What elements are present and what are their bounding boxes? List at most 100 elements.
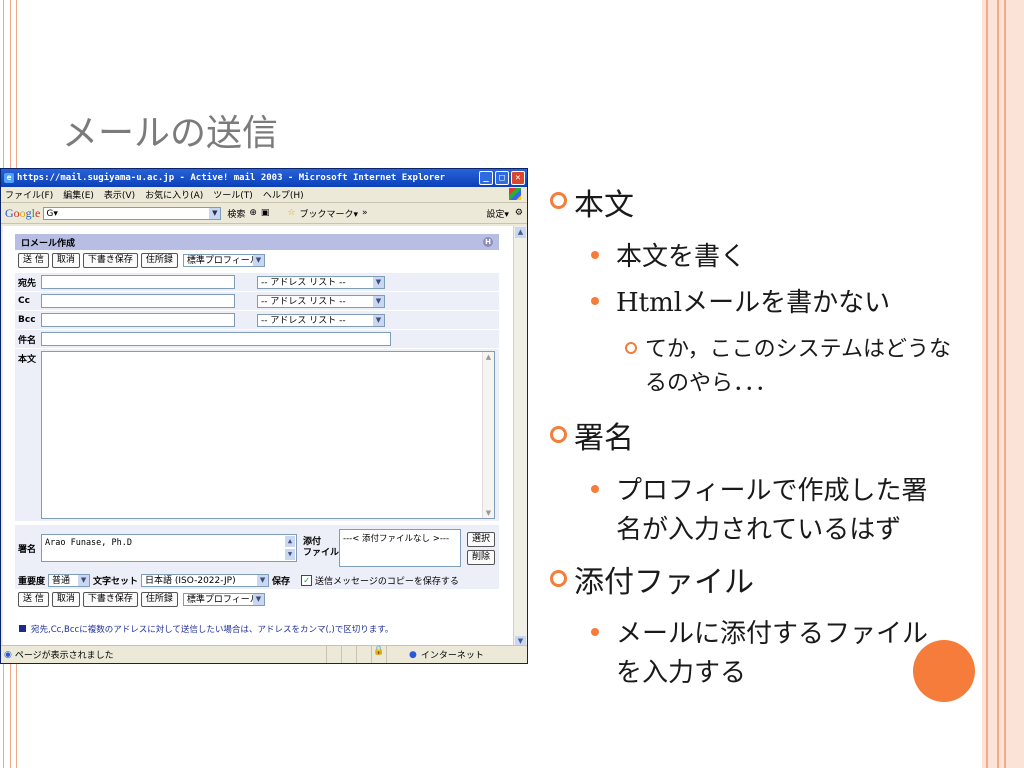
body-scrollbar[interactable]: ▲ ▼ [482, 352, 494, 518]
to-row: 宛先 -- アドレス リスト -- ▼ [15, 273, 499, 292]
bullet-dot-icon [591, 485, 599, 493]
compose-header: ロメール作成 H [15, 234, 499, 250]
select-attachment-button[interactable]: 選択 [467, 531, 496, 547]
slide-title: メールの送信 [62, 113, 279, 154]
menu-help[interactable]: ヘルプ(H) [263, 188, 304, 201]
cancel-button-bottom[interactable]: 取消 [51, 591, 80, 607]
bullet-ring-icon [550, 570, 567, 587]
cancel-button[interactable]: 取消 [51, 252, 80, 268]
help-icon[interactable]: H [483, 237, 493, 247]
bullet-dot-icon [591, 628, 599, 636]
scroll-up-icon: ▲ [515, 227, 526, 238]
bullet-square-icon [19, 625, 26, 632]
page-scrollbar[interactable]: ▲ ▼ [513, 226, 527, 648]
to-address-list-select[interactable]: -- アドレス リスト -- ▼ [257, 275, 385, 289]
bullet-ring-icon [550, 426, 567, 443]
attachment-list[interactable]: ---< 添付ファイルなし >--- [339, 529, 461, 567]
address-book-button[interactable]: 住所録 [140, 252, 178, 268]
save-draft-button[interactable]: 下書き保存 [82, 252, 138, 268]
globe-icon: ● [409, 649, 417, 660]
save-draft-button-bottom[interactable]: 下書き保存 [82, 591, 138, 607]
save-copy-checkbox[interactable]: ✓ [301, 574, 313, 586]
toolbar-extra-icon[interactable]: ⚙ [515, 208, 523, 218]
status-bar: ◉ ページが表示されました 🔒 ● インターネット [1, 645, 527, 663]
signature-textarea[interactable]: Arao Funase, Ph.D ▲ ▼ [41, 534, 297, 562]
body-label: 本文 [18, 355, 37, 365]
bullet-body: 本文 [574, 188, 634, 223]
menu-favorites[interactable]: お気に入り(A) [145, 188, 203, 201]
subject-label: 件名 [18, 335, 37, 346]
bcc-address-list-select[interactable]: -- アドレス リスト -- ▼ [257, 313, 385, 327]
profile-select-bottom[interactable]: 標準プロフィール ▼ [182, 592, 265, 606]
bcc-label: Bcc [18, 315, 36, 325]
google-toolbar: Google G▾ ▼ 検索 ⊕ ▣ ☆ ブックマーク▾ » 設定▾ ⚙ [1, 203, 527, 224]
bullet-signature: 署名 [574, 421, 634, 456]
address-book-button-bottom[interactable]: 住所録 [140, 591, 178, 607]
delete-attachment-button[interactable]: 削除 [467, 549, 496, 565]
signature-row: 署名 Arao Funase, Ph.D ▲ ▼ 添付 ファイル ---< 添付フ… [15, 525, 499, 571]
more-chevron-icon[interactable]: » [362, 208, 368, 218]
save-copy-label: 送信メッセージのコピーを保存する [315, 576, 459, 587]
charset-select[interactable]: 日本語 (ISO-2022-JP) ▼ [141, 573, 270, 587]
settings-button[interactable]: 設定▾ [486, 207, 509, 220]
lock-icon: 🔒 [371, 646, 386, 663]
cc-label: Cc [18, 296, 30, 306]
google-logo: Google [5, 205, 41, 220]
priority-select[interactable]: 普通 ▼ [48, 573, 91, 587]
bullet-attachment-detail-2: を入力する [616, 658, 747, 688]
bullet-system-note-1: てか，ここのシステムはどうな [645, 337, 952, 362]
star-icon: ☆ [287, 208, 296, 218]
bookmarks-button[interactable]: ブックマーク▾ [300, 207, 359, 220]
body-textarea[interactable]: ▲ ▼ [41, 351, 495, 519]
subject-input[interactable] [41, 332, 391, 346]
cc-input[interactable] [41, 294, 235, 308]
window-title: https://mail.sugiyama-u.ac.jp - Active! … [17, 173, 446, 183]
menu-view[interactable]: 表示(V) [104, 188, 135, 201]
subject-row: 件名 [15, 330, 499, 349]
signature-label: 署名 [18, 544, 37, 555]
save-label: 保存 [272, 576, 291, 587]
google-search-input[interactable]: G▾ ▼ [43, 206, 222, 220]
right-rule [1004, 0, 1006, 768]
google-search-button[interactable]: 検索 [227, 207, 245, 220]
profile-select[interactable]: 標準プロフィール ▼ [182, 253, 265, 267]
priority-label: 重要度 [18, 576, 46, 587]
menu-bar: ファイル(F) 編集(E) 表示(V) お気に入り(A) ツール(T) ヘルプ(… [1, 187, 527, 203]
bcc-input[interactable] [41, 313, 235, 327]
cc-address-list-select[interactable]: -- アドレス リスト -- ▼ [257, 294, 385, 308]
compose-toolbar-top: 送 信 取消 下書き保存 住所録 標準プロフィール ▼ [15, 250, 499, 270]
cc-row: Cc -- アドレス リスト -- ▼ [15, 292, 499, 311]
chevron-down-icon[interactable]: ▼ [209, 207, 221, 219]
browser-window: e https://mail.sugiyama-u.ac.jp - Active… [0, 168, 528, 664]
ie-icon: e [4, 173, 14, 183]
attachment-label: 添付 ファイル [303, 537, 340, 558]
right-rule [997, 0, 999, 768]
windows-logo-icon [509, 188, 521, 200]
window-titlebar: e https://mail.sugiyama-u.ac.jp - Active… [1, 169, 527, 187]
options-row: 重要度 普通 ▼ 文字セット 日本語 (ISO-2022-JP) ▼ 保存 ✓ 送信… [15, 571, 499, 589]
charset-label: 文字セット [93, 576, 139, 587]
bullet-signature-detail-1: プロフィールで作成した署 [616, 476, 928, 506]
send-button[interactable]: 送 信 [18, 252, 49, 268]
minimize-button[interactable]: _ [479, 171, 493, 185]
menu-file[interactable]: ファイル(F) [5, 188, 53, 201]
popup-blocker-icon[interactable]: ▣ [261, 208, 270, 218]
bullet-ring-icon [625, 342, 637, 354]
menu-tools[interactable]: ツール(T) [213, 188, 253, 201]
chevron-up-icon: ▲ [285, 536, 295, 547]
bullet-ring-icon [550, 192, 567, 209]
body-row: 本文 ▲ ▼ [15, 349, 499, 521]
bullet-dot-icon [591, 251, 599, 259]
to-input[interactable] [41, 275, 235, 289]
internet-zone: ● インターネット [386, 646, 527, 663]
bullet-system-note-2: るのやら．．． [645, 371, 778, 396]
pagerank-icon[interactable]: ⊕ [249, 208, 257, 218]
maximize-button[interactable]: □ [495, 171, 509, 185]
menu-edit[interactable]: 編集(E) [63, 188, 94, 201]
bcc-row: Bcc -- アドレス リスト -- ▼ [15, 311, 499, 330]
right-stripe [982, 0, 1024, 768]
close-button[interactable]: ✕ [511, 171, 525, 185]
send-button-bottom[interactable]: 送 信 [18, 591, 49, 607]
compose-toolbar-bottom: 送 信 取消 下書き保存 住所録 標準プロフィール ▼ [15, 589, 499, 609]
chevron-down-icon: ▼ [252, 254, 264, 266]
